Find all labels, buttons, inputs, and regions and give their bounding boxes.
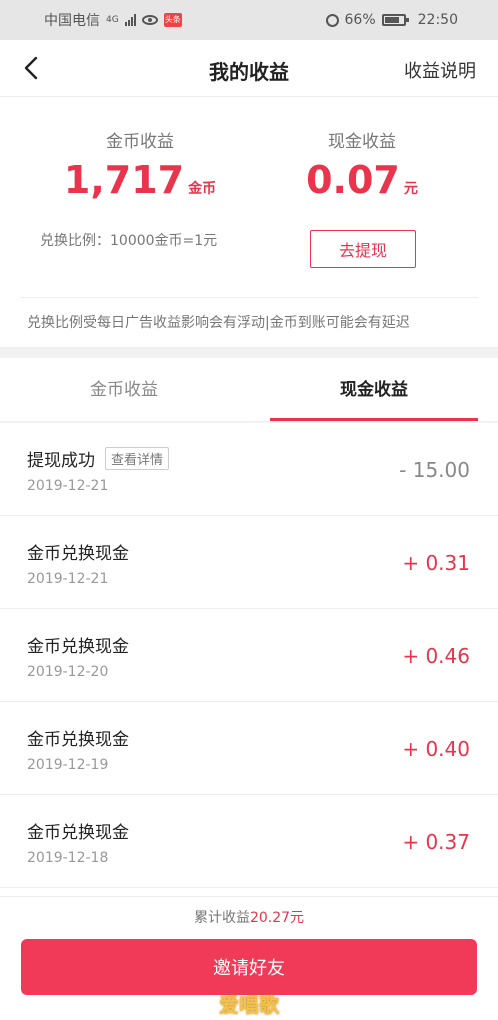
network-type: 4G: [106, 15, 119, 25]
list-item: 提现成功 查看详情 2019-12-21 - 15.00: [0, 423, 498, 516]
record-title: 金币兑换现金: [27, 823, 129, 843]
app-notification-icon: 头条: [163, 13, 182, 27]
cash-earnings-value-row: 0.07 元: [262, 158, 462, 202]
record-title-row: 金币兑换现金: [27, 818, 129, 843]
tab-cash-earnings[interactable]: 现金收益: [270, 358, 478, 422]
record-title: 金币兑换现金: [27, 730, 129, 750]
coin-earnings-value-row: 1,717 金币: [40, 158, 240, 202]
record-title-row: 金币兑换现金: [27, 725, 129, 750]
cash-earnings: 现金收益 0.07 元: [262, 127, 462, 202]
record-title: 提现成功: [27, 451, 95, 471]
coin-earnings-label: 金币收益: [106, 132, 174, 152]
rate-notice: 兑换比例受每日广告收益影响会有浮动|金币到账可能会有延迟: [27, 315, 410, 331]
record-title-row: 金币兑换现金: [27, 632, 129, 657]
cash-earnings-label: 现金收益: [328, 132, 396, 152]
record-date: 2019-12-21: [27, 571, 109, 587]
earnings-info-link[interactable]: 收益说明: [404, 57, 476, 83]
invite-friends-button[interactable]: 邀请好友: [21, 939, 477, 995]
list-item: 金币兑换现金 2019-12-20 + 0.46: [0, 609, 498, 702]
footer: 累计收益20.27元 邀请好友 爱唱歌: [0, 896, 498, 1020]
carrier-name: 中国电信: [44, 13, 100, 29]
clock: 22:50: [417, 12, 458, 28]
alarm-icon: [325, 13, 339, 27]
record-title-row: 金币兑换现金: [27, 539, 129, 564]
record-date: 2019-12-19: [27, 757, 109, 773]
total-earnings: 累计收益20.27元: [0, 907, 498, 927]
total-earnings-value: 20.27元: [249, 910, 305, 926]
view-details-button[interactable]: 查看详情: [105, 447, 170, 470]
tab-coin-earnings[interactable]: 金币收益: [20, 358, 228, 422]
cash-unit: 元: [403, 181, 418, 197]
earnings-summary: 金币收益 1,717 金币 现金收益 0.07 元 兑换比例：10000金币=1元 …: [0, 97, 498, 347]
list-item: 金币兑换现金 2019-12-19 + 0.40: [0, 702, 498, 795]
battery-percent: 66%: [344, 12, 376, 28]
status-bar-left: 中国电信 4G 头条: [44, 10, 182, 30]
record-title: 金币兑换现金: [27, 544, 129, 564]
record-amount: + 0.46: [402, 644, 470, 668]
coin-earnings: 金币收益 1,717 金币: [40, 127, 240, 202]
coin-unit: 金币: [188, 181, 217, 197]
signal-icon: [124, 14, 136, 26]
active-tab-indicator: [270, 418, 478, 421]
nav-bar: 我的收益 收益说明: [0, 40, 498, 97]
eye-icon: [141, 15, 158, 25]
withdraw-button[interactable]: 去提现: [310, 230, 416, 268]
cash-earnings-value: 0.07: [306, 158, 400, 202]
record-amount: + 0.37: [402, 830, 470, 854]
record-title-row: 提现成功 查看详情: [27, 446, 170, 471]
record-date: 2019-12-20: [27, 664, 109, 680]
record-amount: - 15.00: [399, 458, 470, 482]
list-item: 金币兑换现金 2019-12-18 + 0.37: [0, 795, 498, 888]
list-item: 金币兑换现金 2019-12-21 + 0.31: [0, 516, 498, 609]
total-earnings-label: 累计收益: [193, 910, 250, 926]
battery-icon: [381, 14, 409, 26]
record-amount: + 0.31: [402, 551, 470, 575]
status-bar-right: 66% 22:50: [325, 12, 458, 28]
cash-records-list: 提现成功 查看详情 2019-12-21 - 15.00 金币兑换现金 2019…: [0, 423, 498, 896]
exchange-rate: 兑换比例：10000金币=1元: [40, 233, 218, 249]
record-date: 2019-12-18: [27, 850, 109, 866]
record-title: 金币兑换现金: [27, 637, 129, 657]
earnings-tabs: 金币收益 现金收益: [0, 358, 498, 422]
divider: [20, 297, 478, 298]
coin-earnings-value: 1,717: [63, 158, 185, 202]
record-date: 2019-12-21: [27, 478, 109, 494]
record-amount: + 0.40: [402, 737, 470, 761]
status-bar: 中国电信 4G 头条 66% 22:50: [0, 0, 498, 40]
watermark: 爱唱歌: [219, 993, 279, 1017]
